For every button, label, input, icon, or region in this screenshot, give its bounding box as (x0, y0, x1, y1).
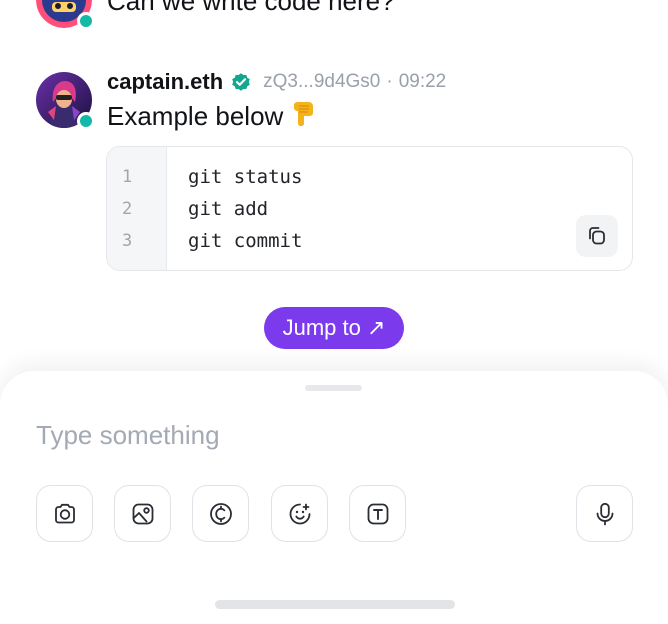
line-number-gutter: 1 2 3 (107, 147, 167, 270)
sheet-grabber[interactable] (305, 385, 362, 391)
code-lines: git status git add git commit (167, 147, 302, 270)
author-address[interactable]: zQ3...9d4Gs0 (263, 71, 380, 93)
online-status-dot (77, 12, 95, 30)
copy-code-button[interactable] (576, 215, 618, 257)
code-block: 1 2 3 git status git add git commit (106, 146, 633, 271)
image-button[interactable] (114, 485, 171, 542)
online-status-dot (77, 112, 95, 130)
microphone-icon (596, 502, 613, 525)
text-format-icon (367, 503, 388, 524)
message-input[interactable] (36, 417, 626, 453)
meta-separator: · (386, 71, 393, 92)
composer-sheet (0, 371, 668, 624)
message-meta: zQ3...9d4Gs0 · 09:22 (263, 71, 446, 93)
avatar[interactable] (36, 0, 95, 30)
verified-badge-icon (232, 73, 250, 91)
message-text: Example below (107, 101, 284, 131)
camera-button[interactable] (36, 485, 93, 542)
code-line: git add (188, 198, 269, 220)
pointing-down-hand-icon (294, 102, 314, 126)
message-header: captain.eth zQ3...9d4Gs0 · 09:22 (107, 68, 446, 96)
code-line: git status (188, 166, 303, 188)
previous-message: Can we write code here? (0, 0, 668, 36)
line-number: 1 (122, 167, 133, 187)
sticker-button[interactable] (271, 485, 328, 542)
microphone-button[interactable] (576, 485, 633, 542)
author-avatar[interactable] (36, 72, 95, 130)
author-name[interactable]: captain.eth (107, 69, 223, 95)
copy-icon (589, 227, 605, 245)
sticker-icon (289, 503, 310, 524)
coin-button[interactable] (192, 485, 249, 542)
code-line: git commit (188, 230, 303, 252)
camera-icon (54, 503, 75, 523)
home-indicator (215, 600, 455, 609)
line-number: 2 (122, 199, 133, 219)
coin-icon (209, 502, 232, 525)
jump-to-button[interactable]: Jump to ↗ (264, 307, 404, 349)
line-number: 3 (122, 231, 133, 251)
message-text-row: Example below (107, 100, 317, 131)
message-text: Can we write code here? (107, 0, 395, 16)
message-time: 09:22 (398, 71, 447, 92)
text-format-button[interactable] (349, 485, 406, 542)
image-icon (132, 503, 153, 524)
